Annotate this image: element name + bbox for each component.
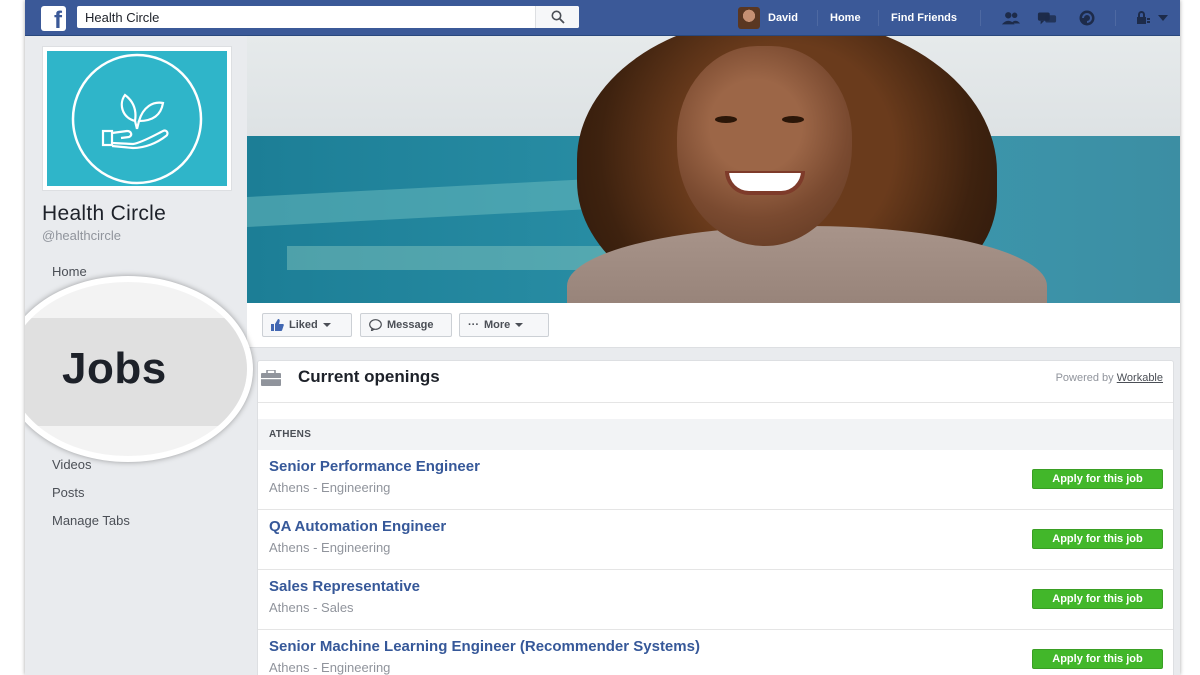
sidebar-item-home[interactable]: Home — [52, 264, 87, 279]
find-friends-link[interactable]: Find Friends — [891, 0, 957, 36]
message-label: Message — [387, 319, 434, 331]
jobs-panel-header: Current openings Powered by Workable — [258, 361, 1173, 403]
sidebar-item-jobs[interactable]: Jobs — [62, 344, 167, 394]
facebook-page-window: f Health Circle David Home Find Friends — [25, 0, 1180, 675]
apply-button[interactable]: Apply for this job — [1032, 469, 1163, 489]
job-row: Senior Performance Engineer Athens - Eng… — [258, 450, 1173, 510]
sidebar-item-manage-tabs[interactable]: Manage Tabs — [52, 513, 130, 528]
powered-by-text: Powered by Workable — [1056, 372, 1163, 384]
job-location-department: Athens - Engineering — [269, 660, 391, 675]
apply-button[interactable]: Apply for this job — [1032, 589, 1163, 609]
nav-divider — [980, 10, 981, 26]
search-button[interactable] — [535, 6, 579, 28]
friend-requests-icon[interactable] — [1001, 9, 1021, 27]
page-handle: @healthcircle — [42, 228, 121, 243]
thumbs-up-icon — [271, 319, 284, 331]
cover-photo[interactable] — [247, 36, 1180, 303]
job-location-department: Athens - Engineering — [269, 480, 391, 495]
top-navigation-bar: f Health Circle David Home Find Friends — [25, 0, 1180, 36]
cover-person-eye — [715, 116, 737, 123]
profile-picture-background — [47, 51, 227, 186]
screenshot: f Health Circle David Home Find Friends — [0, 0, 1200, 675]
briefcase-icon — [261, 370, 281, 386]
sidebar-item-posts[interactable]: Posts — [52, 485, 85, 500]
menu-caret-icon[interactable] — [1153, 9, 1173, 27]
job-row: QA Automation Engineer Athens - Engineer… — [258, 510, 1173, 570]
chevron-down-icon — [515, 323, 524, 327]
page-title: Health Circle — [42, 202, 167, 225]
job-title-link[interactable]: Senior Machine Learning Engineer (Recomm… — [269, 638, 700, 655]
search-input[interactable]: Health Circle — [77, 6, 579, 28]
job-title-link[interactable]: Senior Performance Engineer — [269, 458, 480, 475]
job-location-department: Athens - Engineering — [269, 540, 391, 555]
user-avatar[interactable] — [738, 7, 760, 29]
more-button[interactable]: ··· More — [459, 313, 549, 337]
nav-divider — [878, 10, 879, 26]
job-row: Sales Representative Athens - Sales Appl… — [258, 570, 1173, 630]
job-location-department: Athens - Sales — [269, 600, 354, 615]
nav-divider — [1115, 10, 1116, 26]
jobs-panel: Current openings Powered by Workable ATH… — [257, 360, 1174, 675]
apply-button[interactable]: Apply for this job — [1032, 649, 1163, 669]
location-group-header: ATHENS — [258, 419, 1173, 450]
powered-by-label: Powered by — [1055, 372, 1114, 384]
messages-icon[interactable] — [1037, 9, 1057, 27]
workable-link[interactable]: Workable — [1117, 372, 1163, 384]
facebook-logo-icon[interactable]: f — [41, 6, 66, 31]
privacy-icon[interactable] — [1133, 9, 1153, 27]
cover-person-face — [677, 46, 852, 246]
cover-decoration — [287, 246, 607, 270]
liked-button[interactable]: Liked — [262, 313, 352, 337]
message-bubble-icon — [369, 319, 382, 331]
cover-person-smile — [725, 171, 805, 195]
nav-divider — [817, 10, 818, 26]
home-link[interactable]: Home — [830, 0, 861, 36]
job-title-link[interactable]: Sales Representative — [269, 578, 420, 595]
job-row: Senior Machine Learning Engineer (Recomm… — [258, 630, 1173, 675]
message-button[interactable]: Message — [360, 313, 452, 337]
more-label: More — [484, 319, 511, 331]
sidebar-item-videos[interactable]: Videos — [52, 457, 92, 472]
page-profile-picture[interactable] — [42, 46, 232, 191]
jobs-tab-magnifier-callout: Jobs — [25, 276, 253, 462]
jobs-panel-title: Current openings — [298, 367, 440, 386]
cover-person-eye — [782, 116, 804, 123]
notifications-icon[interactable] — [1077, 9, 1097, 27]
hand-with-leaves-icon — [71, 53, 203, 184]
job-title-link[interactable]: QA Automation Engineer — [269, 518, 446, 535]
search-icon — [551, 10, 565, 24]
page-action-bar: Liked Message ··· More — [247, 303, 1180, 348]
apply-button[interactable]: Apply for this job — [1032, 529, 1163, 549]
user-profile-link[interactable]: David — [768, 0, 798, 36]
search-value: Health Circle — [85, 9, 160, 25]
liked-label: Liked — [289, 319, 318, 331]
chevron-down-icon — [322, 323, 331, 327]
more-dots-icon: ··· — [468, 319, 479, 331]
